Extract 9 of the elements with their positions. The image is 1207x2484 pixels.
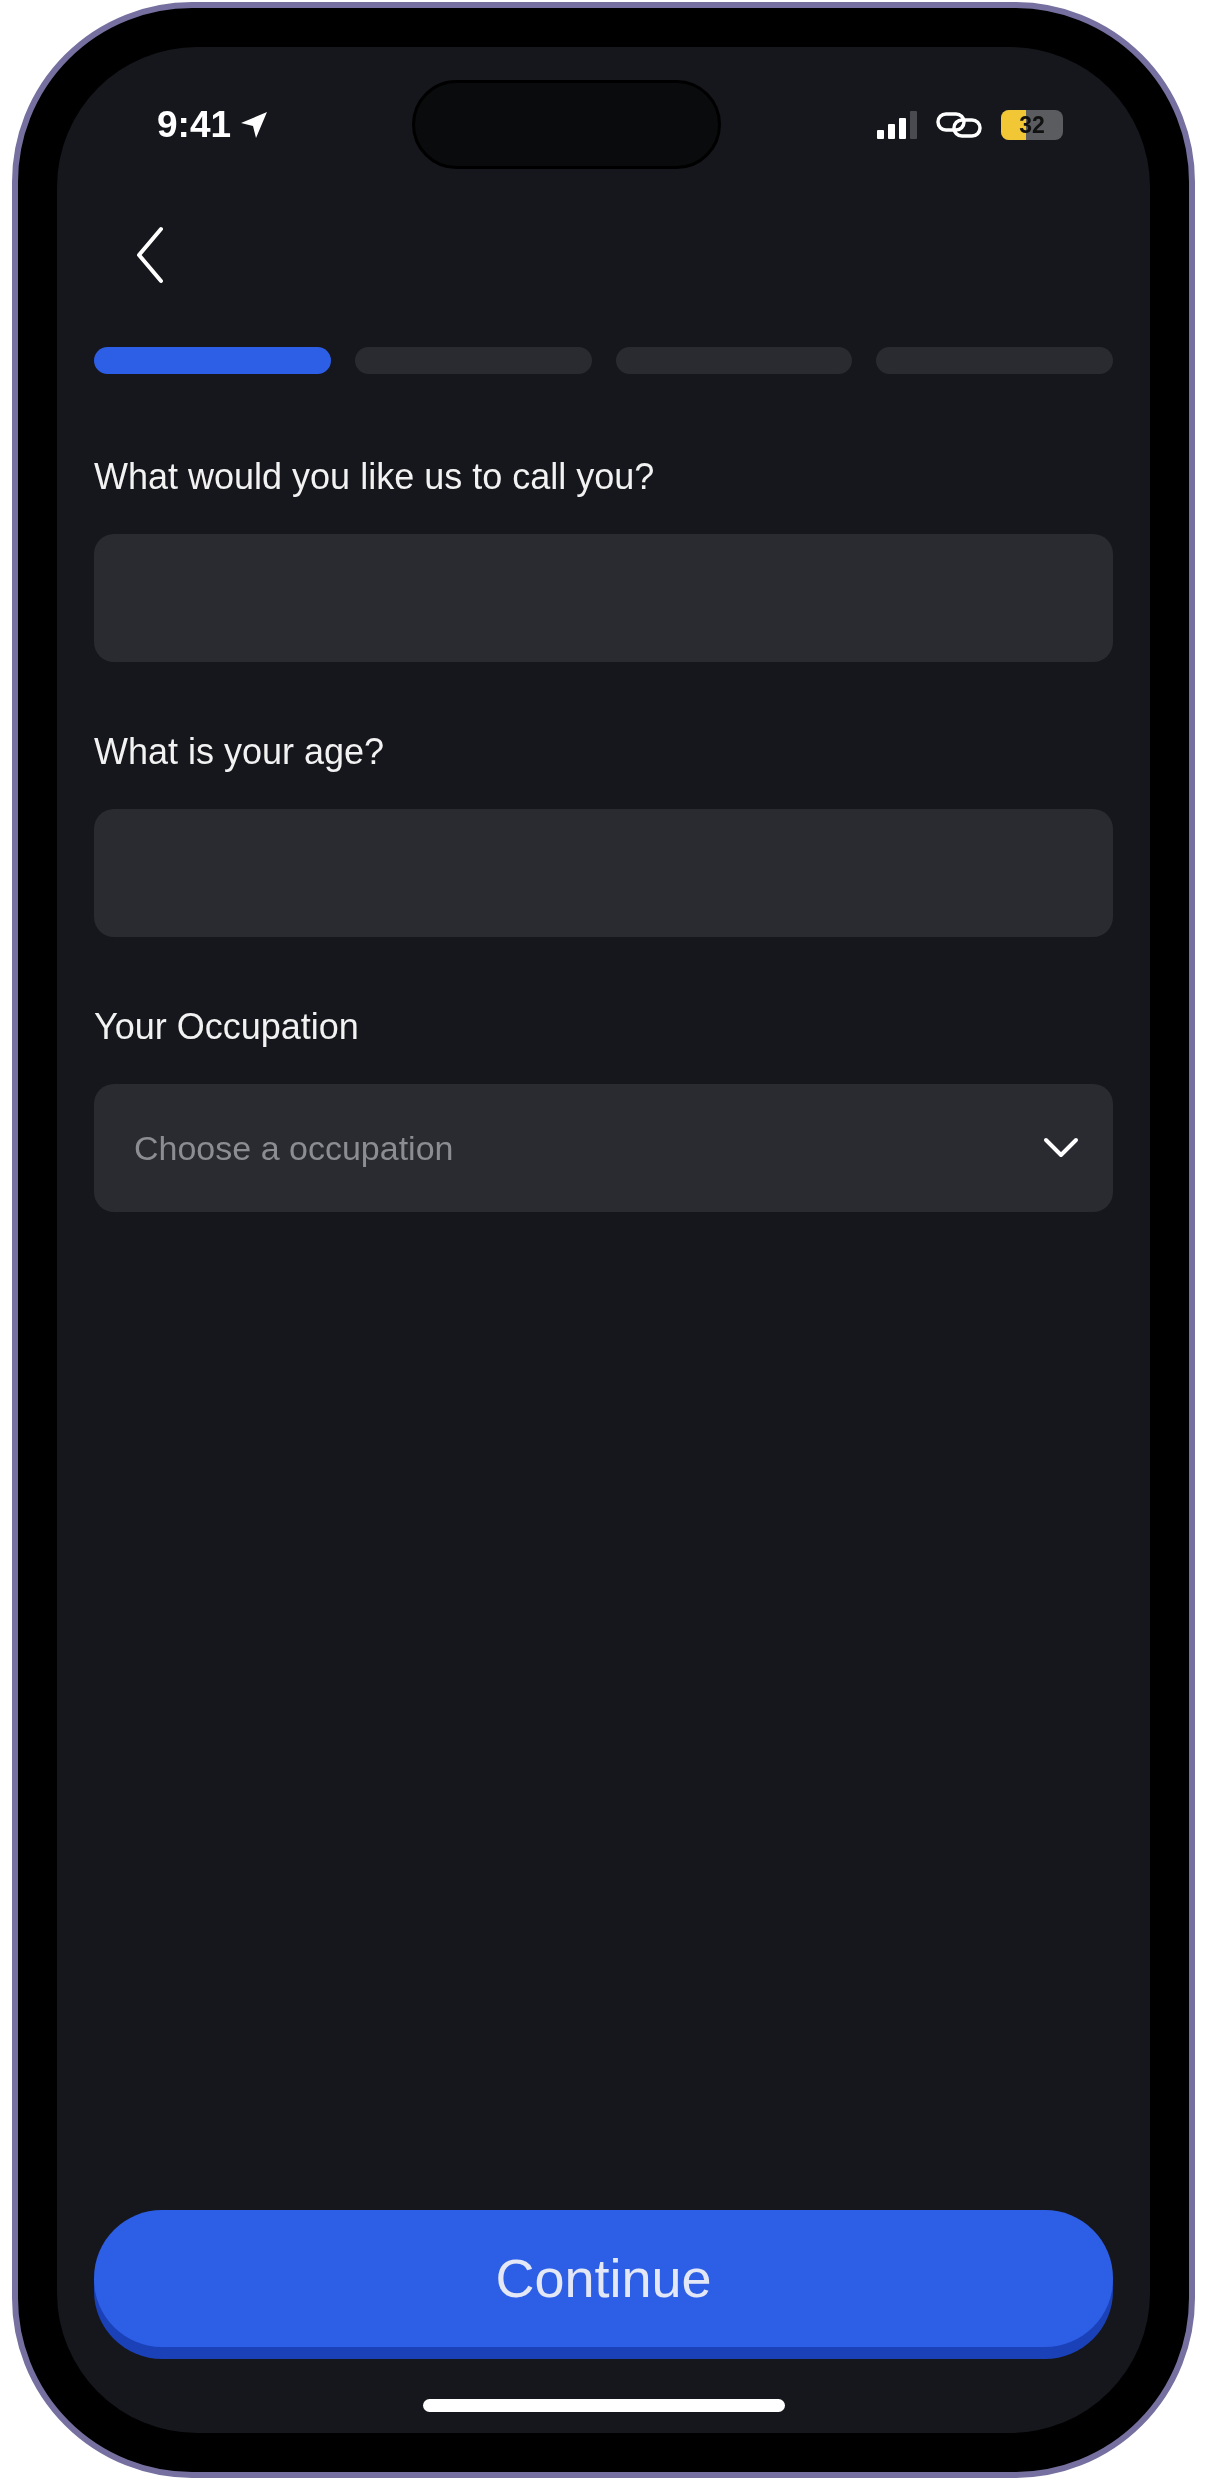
occupation-dropdown[interactable]: Choose a occupation xyxy=(94,1084,1113,1212)
status-time: 9:41 xyxy=(157,103,232,148)
field-label: What would you like us to call you? xyxy=(94,455,656,499)
field-label: What is your age? xyxy=(94,730,386,774)
link-icon xyxy=(935,110,983,140)
signal-icon xyxy=(877,111,917,139)
location-arrow-icon xyxy=(239,110,270,140)
field-label: Your Occupation xyxy=(94,1005,360,1049)
chevron-down-icon xyxy=(1043,1137,1079,1159)
